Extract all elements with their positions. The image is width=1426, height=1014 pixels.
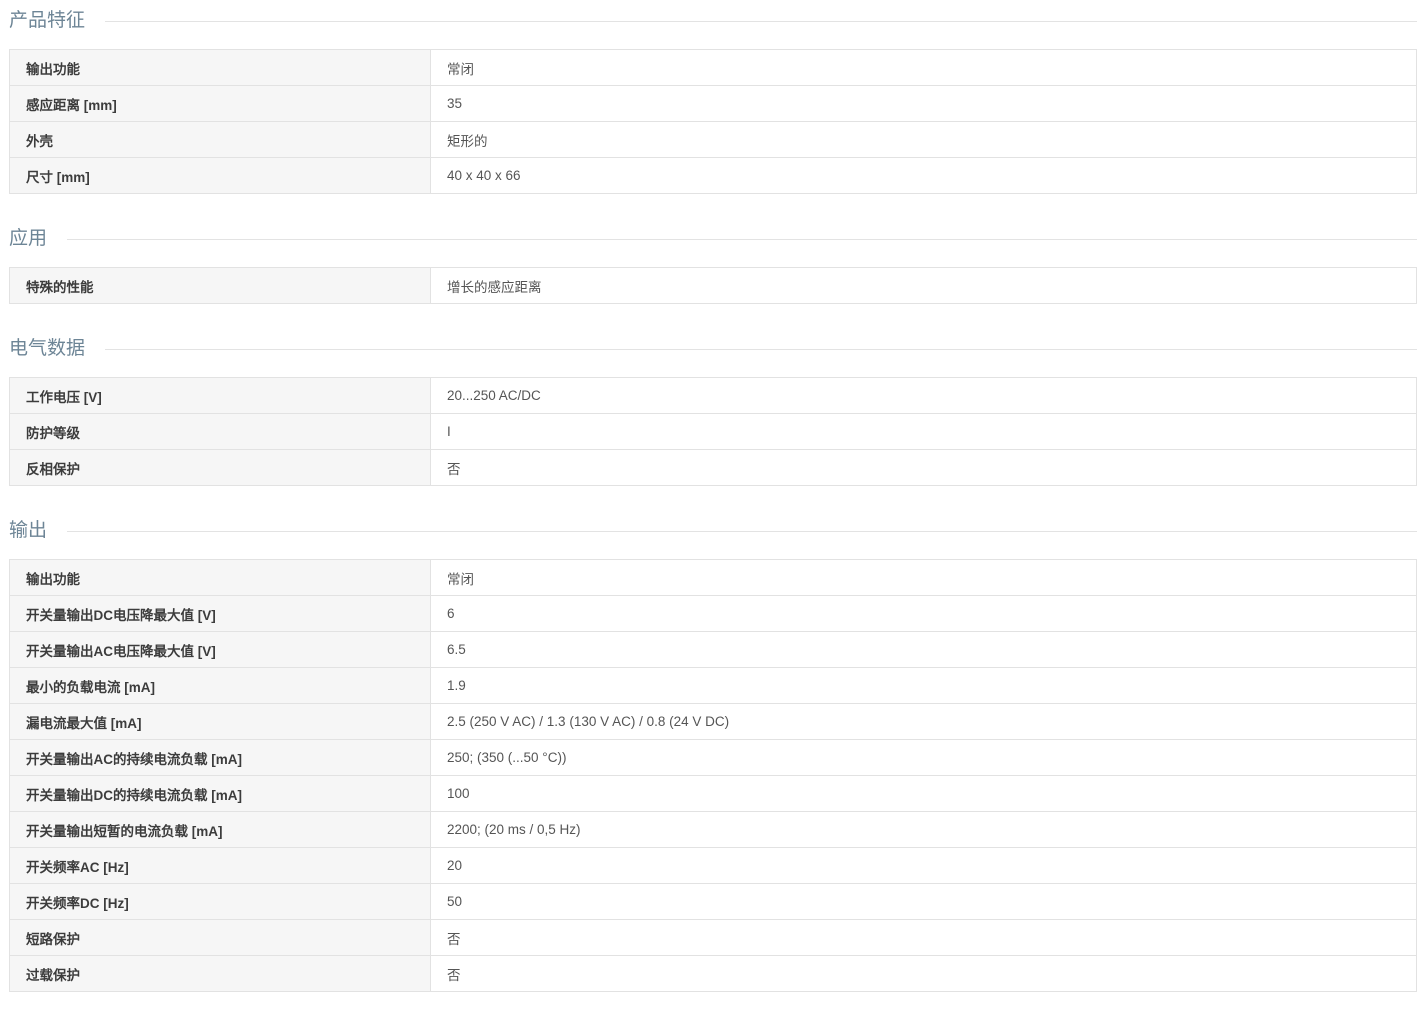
spec-value: 100 — [430, 775, 1417, 812]
spec-label: 特殊的性能 — [9, 267, 431, 304]
section-header: 电气数据 — [9, 328, 1417, 370]
table-row: 开关量输出AC的持续电流负载 [mA] 250; (350 (...50 °C)… — [9, 739, 1417, 776]
table-row: 漏电流最大值 [mA] 2.5 (250 V AC) / 1.3 (130 V … — [9, 703, 1417, 740]
spec-label: 感应距离 [mm] — [9, 85, 431, 122]
table-row: 短路保护 否 — [9, 919, 1417, 956]
spec-label: 开关量输出AC的持续电流负载 [mA] — [9, 739, 431, 776]
section-title: 产品特征 — [9, 8, 106, 32]
table-row: 开关量输出DC的持续电流负载 [mA] 100 — [9, 775, 1417, 812]
spec-label: 输出功能 — [9, 559, 431, 596]
spec-value: 6.5 — [430, 631, 1417, 668]
spec-value: I — [430, 413, 1417, 450]
spec-label: 外壳 — [9, 121, 431, 158]
spec-table: 输出功能 常闭 开关量输出DC电压降最大值 [V] 6 开关量输出AC电压降最大… — [9, 559, 1417, 992]
table-row: 开关量输出AC电压降最大值 [V] 6.5 — [9, 631, 1417, 668]
spec-table: 特殊的性能 增长的感应距离 — [9, 267, 1417, 304]
spec-label: 最小的负载电流 [mA] — [9, 667, 431, 704]
section-application: 应用 特殊的性能 增长的感应距离 — [9, 218, 1417, 304]
spec-value: 50 — [430, 883, 1417, 920]
table-row: 输出功能 常闭 — [9, 49, 1417, 86]
section-electrical-data: 电气数据 工作电压 [V] 20...250 AC/DC 防护等级 I 反相保护… — [9, 328, 1417, 486]
spec-value: 35 — [430, 85, 1417, 122]
section-divider — [9, 239, 1417, 240]
spec-value: 常闭 — [430, 559, 1417, 596]
table-row: 感应距离 [mm] 35 — [9, 85, 1417, 122]
section-title: 输出 — [9, 518, 68, 542]
section-header: 输出 — [9, 510, 1417, 552]
table-row: 过载保护 否 — [9, 955, 1417, 992]
table-row: 开关量输出短暂的电流负载 [mA] 2200; (20 ms / 0,5 Hz) — [9, 811, 1417, 848]
table-row: 工作电压 [V] 20...250 AC/DC — [9, 377, 1417, 414]
spec-value: 6 — [430, 595, 1417, 632]
spec-label: 开关量输出短暂的电流负载 [mA] — [9, 811, 431, 848]
spec-table: 工作电压 [V] 20...250 AC/DC 防护等级 I 反相保护 否 — [9, 377, 1417, 486]
spec-label: 短路保护 — [9, 919, 431, 956]
table-row: 特殊的性能 增长的感应距离 — [9, 267, 1417, 304]
spec-label: 过载保护 — [9, 955, 431, 992]
table-row: 防护等级 I — [9, 413, 1417, 450]
spec-value: 20 — [430, 847, 1417, 884]
spec-label: 漏电流最大值 [mA] — [9, 703, 431, 740]
spec-value: 矩形的 — [430, 121, 1417, 158]
section-title: 应用 — [9, 226, 68, 250]
spec-value: 20...250 AC/DC — [430, 377, 1417, 414]
section-divider — [9, 21, 1417, 22]
spec-label: 开关频率AC [Hz] — [9, 847, 431, 884]
table-row: 尺寸 [mm] 40 x 40 x 66 — [9, 157, 1417, 194]
table-row: 输出功能 常闭 — [9, 559, 1417, 596]
spec-value: 增长的感应距离 — [430, 267, 1417, 304]
table-row: 开关量输出DC电压降最大值 [V] 6 — [9, 595, 1417, 632]
section-product-features: 产品特征 输出功能 常闭 感应距离 [mm] 35 外壳 矩形的 尺寸 [mm]… — [9, 0, 1417, 194]
spec-value: 40 x 40 x 66 — [430, 157, 1417, 194]
spec-value: 2200; (20 ms / 0,5 Hz) — [430, 811, 1417, 848]
spec-label: 工作电压 [V] — [9, 377, 431, 414]
spec-label: 输出功能 — [9, 49, 431, 86]
spec-value: 250; (350 (...50 °C)) — [430, 739, 1417, 776]
section-divider — [9, 349, 1417, 350]
spec-value: 2.5 (250 V AC) / 1.3 (130 V AC) / 0.8 (2… — [430, 703, 1417, 740]
table-row: 最小的负载电流 [mA] 1.9 — [9, 667, 1417, 704]
section-divider — [9, 531, 1417, 532]
spec-value: 1.9 — [430, 667, 1417, 704]
spec-label: 反相保护 — [9, 449, 431, 486]
spec-label: 防护等级 — [9, 413, 431, 450]
spec-value: 否 — [430, 449, 1417, 486]
section-output: 输出 输出功能 常闭 开关量输出DC电压降最大值 [V] 6 开关量输出AC电压… — [9, 510, 1417, 992]
spec-label: 开关量输出AC电压降最大值 [V] — [9, 631, 431, 668]
spec-page: 产品特征 输出功能 常闭 感应距离 [mm] 35 外壳 矩形的 尺寸 [mm]… — [9, 0, 1417, 992]
table-row: 反相保护 否 — [9, 449, 1417, 486]
spec-table: 输出功能 常闭 感应距离 [mm] 35 外壳 矩形的 尺寸 [mm] 40 x… — [9, 49, 1417, 194]
spec-value: 常闭 — [430, 49, 1417, 86]
table-row: 开关频率DC [Hz] 50 — [9, 883, 1417, 920]
spec-label: 开关量输出DC的持续电流负载 [mA] — [9, 775, 431, 812]
table-row: 开关频率AC [Hz] 20 — [9, 847, 1417, 884]
spec-value: 否 — [430, 955, 1417, 992]
spec-label: 开关量输出DC电压降最大值 [V] — [9, 595, 431, 632]
section-header: 应用 — [9, 218, 1417, 260]
table-row: 外壳 矩形的 — [9, 121, 1417, 158]
spec-label: 开关频率DC [Hz] — [9, 883, 431, 920]
spec-label: 尺寸 [mm] — [9, 157, 431, 194]
section-header: 产品特征 — [9, 0, 1417, 42]
spec-value: 否 — [430, 919, 1417, 956]
section-title: 电气数据 — [9, 336, 106, 360]
